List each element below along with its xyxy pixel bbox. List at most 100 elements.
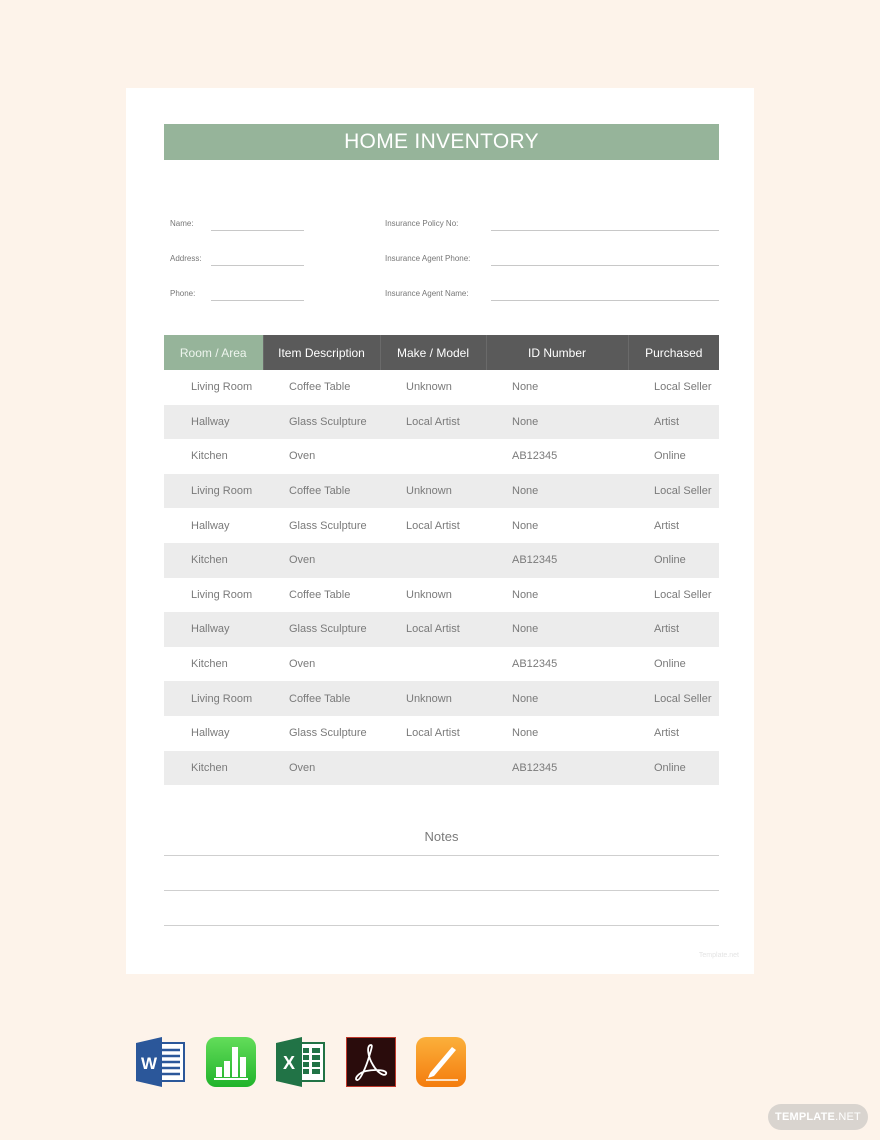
template-net-badge[interactable]: TEMPLATE .NET [768, 1104, 868, 1130]
cell-purchased: Artist [654, 727, 680, 740]
cell-purchased: Local Seller [654, 588, 712, 601]
document-page: HOME INVENTORY Name: Address: Phone: Ins… [126, 88, 754, 974]
table-row: Kitchen Oven AB12345 Online [164, 439, 719, 474]
inventory-table: Room / Area Item Description Make / Mode… [164, 335, 719, 786]
address-field: Address: [170, 254, 202, 263]
cell-id-number: None [512, 727, 539, 740]
cell-room-area: Living Room [191, 381, 253, 394]
badge-text-thin: .NET [835, 1111, 861, 1123]
table-row: Hallway Glass Sculpture Local Artist None Ar… [164, 612, 719, 647]
cell-purchased: Online [654, 450, 686, 463]
cell-room-area: Hallway [164, 404, 263, 440]
cell-purchased: Local Seller [654, 381, 712, 394]
svg-text:X: X [283, 1053, 295, 1073]
phone-field: Phone: [170, 289, 195, 298]
cell-room-area: Kitchen [191, 658, 228, 671]
table-body: Living Room Coffee Table Unknown None Local … [164, 370, 719, 786]
numbers-icon[interactable] [206, 1037, 256, 1087]
table-row: Kitchen Oven AB12345 Online [164, 542, 719, 578]
word-icon[interactable]: W [136, 1037, 186, 1087]
cell-make-model: Local Artist [406, 727, 460, 740]
cell-room-area: Kitchen [164, 750, 263, 786]
badge-text-bold: TEMPLATE [775, 1111, 836, 1123]
cell-make-model: Unknown [380, 681, 486, 716]
cell-purchased: Local Seller [628, 681, 719, 716]
cell-item-description: Oven [263, 542, 380, 578]
agent-name-field: Insurance Agent Name: [385, 289, 469, 298]
cell-purchased: Local Seller [628, 473, 719, 509]
cell-room-area: Kitchen [191, 450, 228, 463]
cell-room-area: Living Room [164, 681, 263, 716]
cell-make-model: Local Artist [380, 404, 486, 440]
cell-purchased: Artist [628, 612, 719, 647]
cell-item-description: Coffee Table [289, 381, 351, 394]
pages-icon[interactable] [416, 1037, 466, 1087]
cell-item-description: Glass Sculpture [289, 727, 367, 740]
notes-line-1[interactable] [164, 855, 719, 856]
cell-make-model: Unknown [406, 381, 452, 394]
phone-input-line[interactable] [211, 300, 304, 301]
cell-room-area: Living Room [191, 588, 253, 601]
document-title: HOME INVENTORY [164, 124, 719, 160]
cell-purchased: Online [628, 542, 719, 578]
cell-make-model: Unknown [380, 473, 486, 509]
agent-phone-label: Insurance Agent Phone: [385, 254, 471, 263]
cell-id-number: None [512, 588, 539, 601]
cell-room-area: Living Room [164, 473, 263, 509]
name-label: Name: [170, 219, 194, 228]
pdf-icon[interactable] [346, 1037, 396, 1087]
table-row: Hallway Glass Sculpture Local Artist None Ar… [164, 404, 719, 440]
cell-item-description: Coffee Table [289, 588, 351, 601]
table-row: Living Room Coffee Table Unknown None Local … [164, 370, 719, 405]
cell-make-model: Local Artist [380, 612, 486, 647]
cell-id-number: AB12345 [512, 450, 558, 463]
policy-number-label: Insurance Policy No: [385, 219, 459, 228]
notes-label: Notes [424, 829, 459, 844]
svg-text:W: W [141, 1054, 158, 1073]
table-row: Kitchen Oven AB12345 Online [164, 750, 719, 786]
agent-phone-field: Insurance Agent Phone: [385, 254, 470, 263]
address-label: Address: [170, 254, 202, 263]
cell-purchased: Online [654, 658, 686, 671]
table-row: Living Room Coffee Table Unknown None Local … [164, 578, 719, 613]
cell-room-area: Hallway [191, 519, 230, 532]
agent-name-label: Insurance Agent Name: [385, 289, 469, 298]
table-row: Living Room Coffee Table Unknown None Local … [164, 473, 719, 509]
notes-line-3[interactable] [164, 925, 719, 926]
cell-id-number: AB12345 [486, 542, 628, 578]
notes-line-2[interactable] [164, 890, 719, 891]
phone-label: Phone: [170, 289, 196, 298]
cell-room-area: Kitchen [164, 542, 263, 578]
cell-item-description: Glass Sculpture [263, 404, 380, 440]
agent-phone-input-line[interactable] [491, 265, 719, 266]
address-input-line[interactable] [211, 265, 304, 266]
table-row: Living Room Coffee Table Unknown None Local … [164, 681, 719, 716]
cell-item-description: Glass Sculpture [289, 519, 367, 532]
cell-make-model [380, 750, 486, 786]
cell-id-number: None [486, 681, 628, 716]
name-input-line[interactable] [211, 230, 304, 231]
cell-id-number: None [512, 519, 539, 532]
header-room-area: Room / Area [164, 335, 264, 370]
cell-id-number: AB12345 [512, 658, 558, 671]
table-row: Kitchen Oven AB12345 Online [164, 647, 719, 682]
cell-id-number: None [486, 612, 628, 647]
cell-item-description: Oven [263, 750, 380, 786]
header-item-description: Item Description [263, 335, 381, 370]
cell-id-number: None [486, 473, 628, 509]
cell-purchased: Artist [654, 519, 680, 532]
cell-item-description: Coffee Table [263, 473, 380, 509]
cell-purchased: Artist [628, 404, 719, 440]
cell-item-description: Coffee Table [263, 681, 380, 716]
header-make-model: Make / Model [380, 335, 487, 370]
header-id-number: ID Number [486, 335, 629, 370]
cell-make-model: Unknown [406, 588, 452, 601]
cell-item-description: Glass Sculpture [263, 612, 380, 647]
agent-name-input-line[interactable] [491, 300, 719, 301]
excel-icon[interactable]: X [276, 1037, 326, 1087]
cell-make-model [380, 542, 486, 578]
table-row: Hallway Glass Sculpture Local Artist None Ar… [164, 508, 719, 543]
cell-item-description: Oven [289, 450, 316, 463]
header-purchased: Purchased [628, 335, 719, 370]
policy-number-input-line[interactable] [491, 230, 719, 231]
